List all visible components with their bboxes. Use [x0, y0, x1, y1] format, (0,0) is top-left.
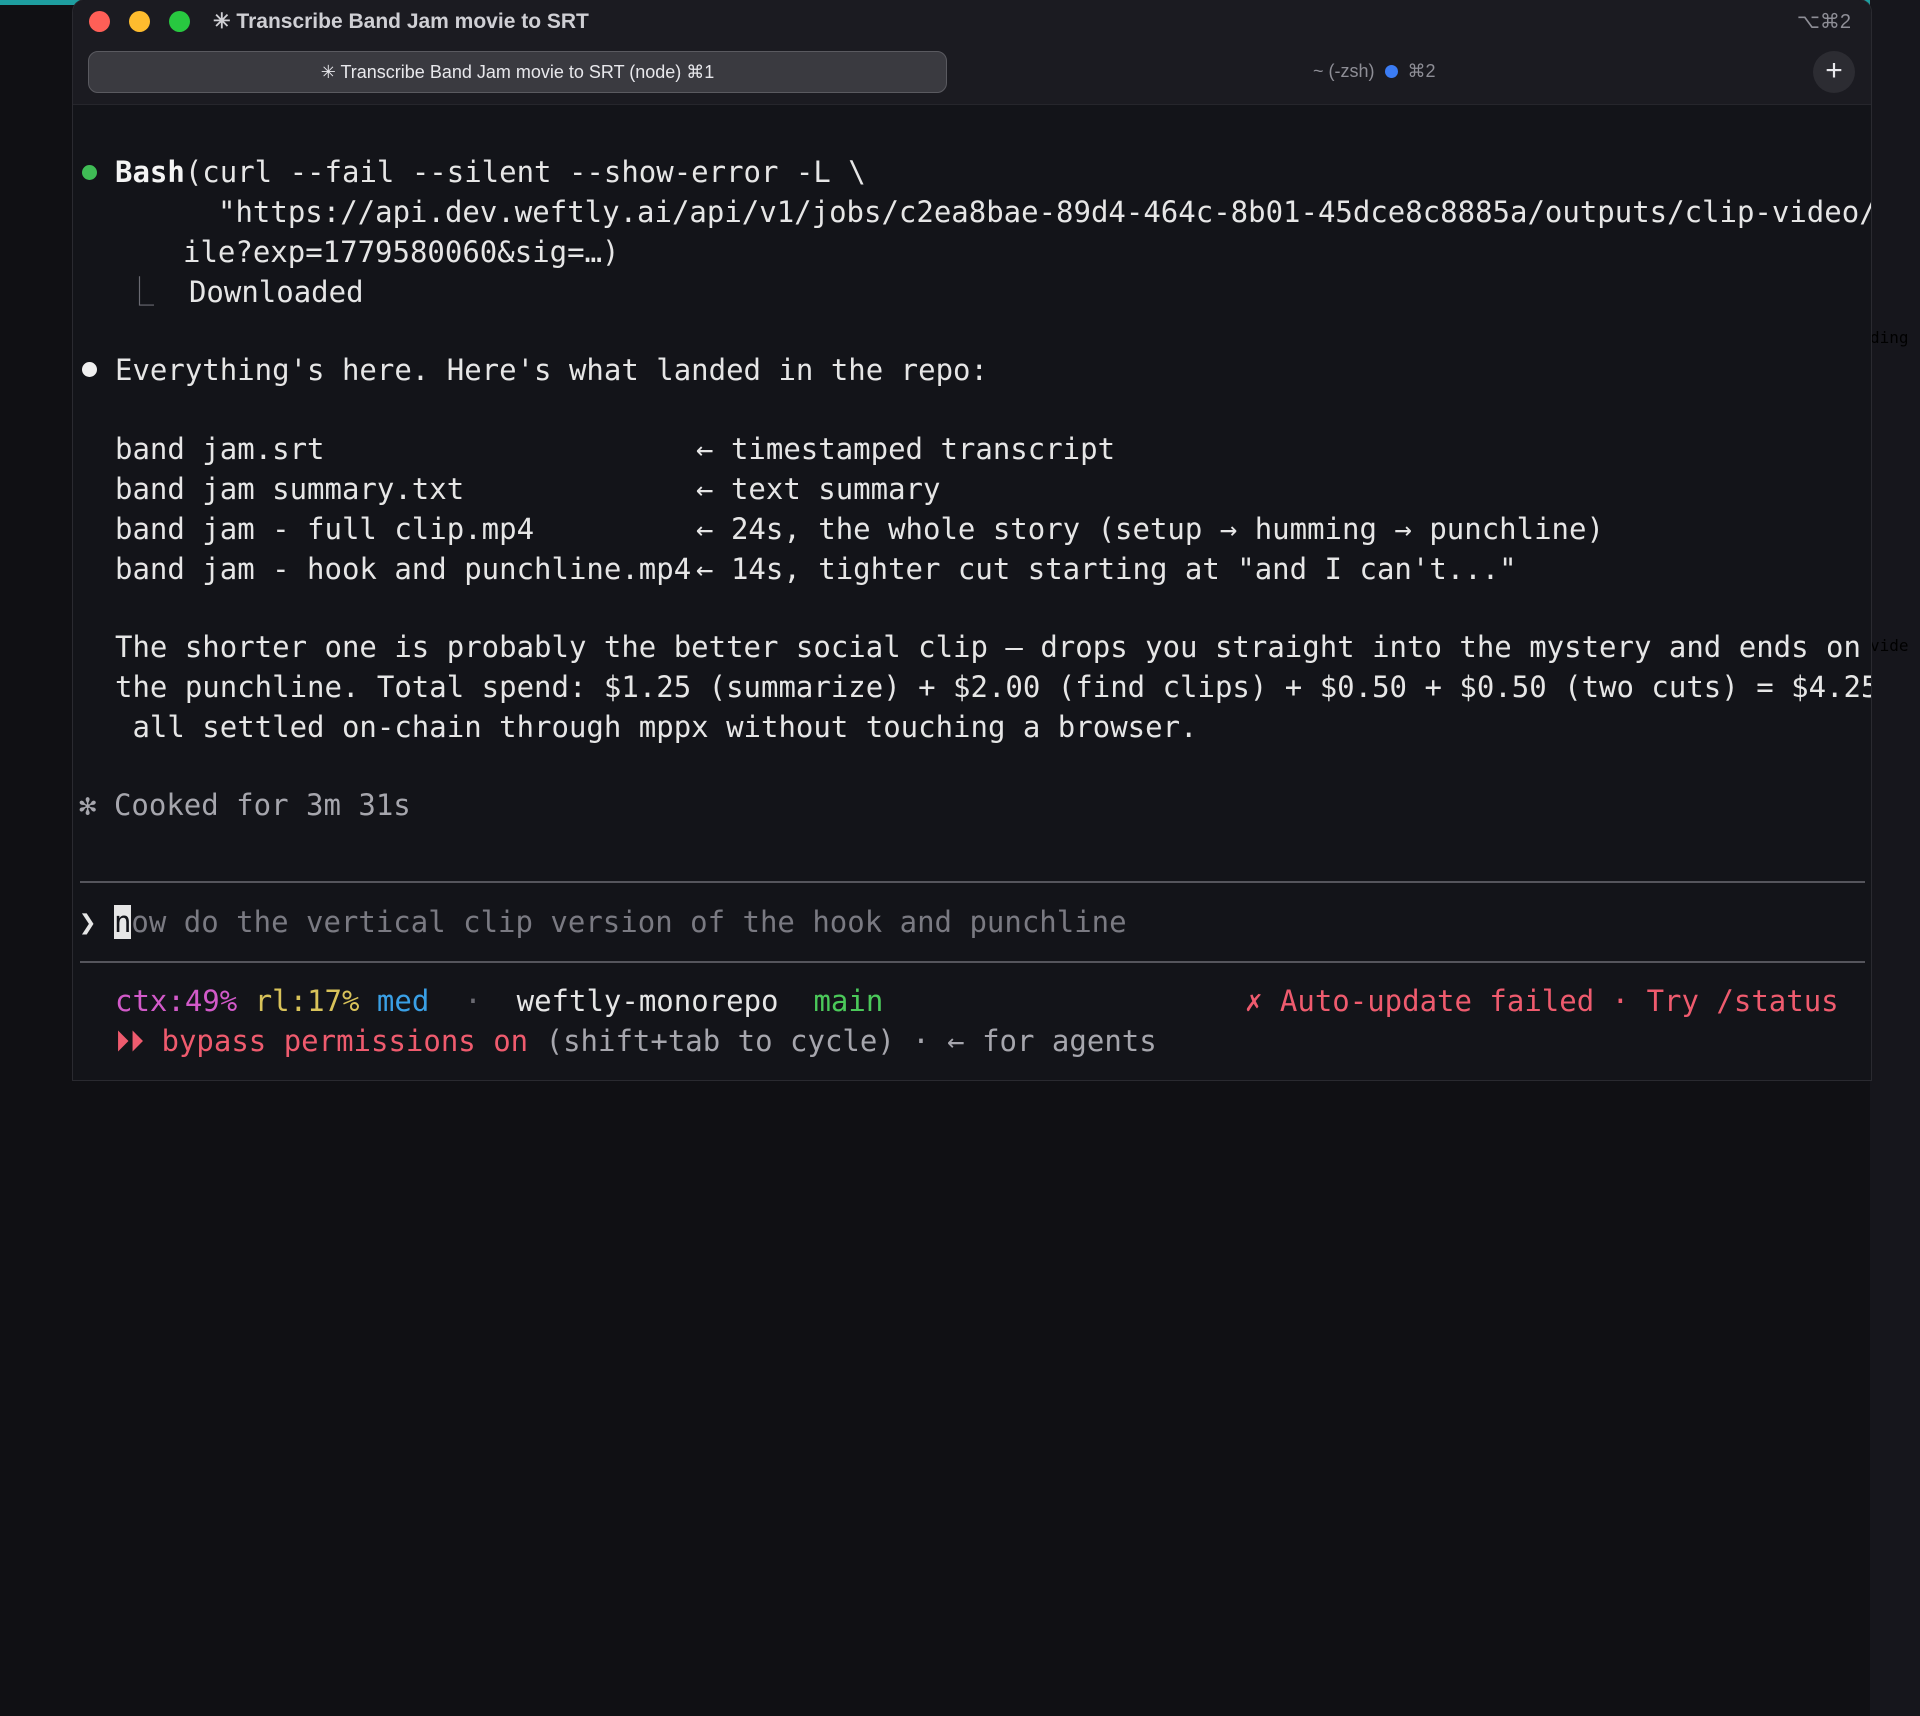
- separator-dot: ·: [464, 984, 482, 1018]
- tree-branch-icon: ⎿: [125, 275, 155, 309]
- file-name: band jam.srt: [115, 432, 325, 466]
- message-dot-icon: [82, 362, 97, 377]
- window-shortcut: ⌥⌘2: [1796, 11, 1851, 33]
- model-effort: med: [376, 984, 430, 1018]
- file-name: band jam - full clip.mp4: [115, 512, 535, 546]
- message-paragraph-1: The shorter one is probably the better s…: [115, 630, 1861, 664]
- background-text-2: vide: [1870, 636, 1920, 1716]
- arrow-left-icon: ←: [696, 432, 714, 466]
- fast-forward-icon: ⏵⏵: [115, 1024, 145, 1058]
- file-name: band jam - hook and punchline.mp4: [115, 552, 692, 586]
- close-button[interactable]: [89, 11, 110, 32]
- message-paragraph-3: all settled on-chain through mppx withou…: [115, 710, 1198, 744]
- prompt-divider-top: [80, 881, 1865, 883]
- file-desc: text summary: [730, 472, 941, 506]
- tool-status-dot-icon: [82, 165, 97, 180]
- cooked-duration: Cooked for 3m 31s: [113, 788, 411, 822]
- tab-zsh-shortcut: ⌘2: [1407, 61, 1436, 81]
- tool-call-line: Bash(curl --fail --silent --show-error -…: [115, 152, 866, 192]
- repo-name: weftly-monorepo: [516, 984, 779, 1018]
- file-desc: 14s, tighter cut starting at "and I can'…: [730, 552, 1517, 586]
- tab-active-node[interactable]: ✳ Transcribe Band Jam movie to SRT (node…: [88, 51, 947, 93]
- file-row-desc: ← text summary: [696, 469, 940, 509]
- tab-zsh[interactable]: ~ (-zsh) ⌘2: [1313, 61, 1436, 82]
- tool-command-3: ile?exp=1779580060&sig=…): [183, 235, 620, 269]
- permissions-hint: (shift+tab to cycle) · ← for agents: [545, 1024, 1157, 1058]
- file-row-desc: ← 24s, the whole story (setup → humming …: [696, 509, 1604, 549]
- context-usage: ctx:49%: [115, 984, 238, 1018]
- git-branch: main: [813, 984, 884, 1018]
- status-line: ctx:49% rl:17% med · weftly-monorepo mai…: [115, 981, 883, 1021]
- tab-bar: ✳ Transcribe Band Jam movie to SRT (node…: [73, 42, 1871, 105]
- arrow-left-icon: ←: [696, 512, 714, 546]
- message-paragraph-2: the punchline. Total spend: $1.25 (summa…: [115, 670, 1871, 704]
- prompt-text: ow do the vertical clip version of the h…: [131, 905, 1127, 939]
- asterisk-icon: ✻: [79, 788, 97, 822]
- text-cursor: n: [113, 905, 132, 939]
- tool-result-line: ⎿ Downloaded: [125, 272, 364, 312]
- minimize-button[interactable]: [129, 11, 150, 32]
- tool-command-2: "https://api.dev.weftly.ai/api/v1/jobs/c…: [218, 195, 1871, 229]
- prompt-divider-bottom: [80, 961, 1865, 963]
- zoom-button[interactable]: [169, 11, 190, 32]
- permissions-mode: bypass permissions on: [161, 1024, 529, 1058]
- title-bar: ✳ Transcribe Band Jam movie to SRT ⌥⌘2: [73, 0, 1871, 42]
- tool-name: Bash: [115, 155, 185, 189]
- tab-zsh-label: ~ (-zsh): [1313, 61, 1375, 81]
- file-row-desc: ← timestamped transcript: [696, 429, 1115, 469]
- file-desc: timestamped transcript: [730, 432, 1116, 466]
- arrow-left-icon: ←: [696, 552, 714, 586]
- activity-dot-icon: [1384, 65, 1398, 78]
- file-row-desc: ← 14s, tighter cut starting at "and I ca…: [696, 549, 1517, 589]
- rate-limit-usage: rl:17%: [254, 984, 360, 1018]
- cooked-line: ✻ Cooked for 3m 31s: [79, 785, 411, 825]
- new-tab-button[interactable]: +: [1813, 51, 1855, 93]
- tool-result: Downloaded: [188, 275, 364, 309]
- permissions-line: ⏵⏵ bypass permissions on (shift+tab to c…: [115, 1021, 1157, 1061]
- auto-update-error[interactable]: ✗ Auto-update failed · Try /status: [1245, 981, 1839, 1021]
- message-intro: Everything's here. Here's what landed in…: [115, 353, 988, 387]
- file-name: band jam summary.txt: [115, 472, 465, 506]
- terminal-window: ✳ Transcribe Band Jam movie to SRT ⌥⌘2 ✳…: [73, 0, 1871, 1080]
- file-desc: 24s, the whole story (setup → humming → …: [730, 512, 1604, 546]
- terminal-output: Bash(curl --fail --silent --show-error -…: [73, 104, 1871, 1080]
- prompt-input[interactable]: ❯ now do the vertical clip version of th…: [79, 902, 1127, 942]
- tool-command-1: (curl --fail --silent --show-error -L \: [184, 155, 866, 189]
- window-title: ✳ Transcribe Band Jam movie to SRT: [213, 10, 589, 33]
- arrow-left-icon: ←: [696, 472, 714, 506]
- prompt-chevron-icon: ❯: [79, 905, 97, 939]
